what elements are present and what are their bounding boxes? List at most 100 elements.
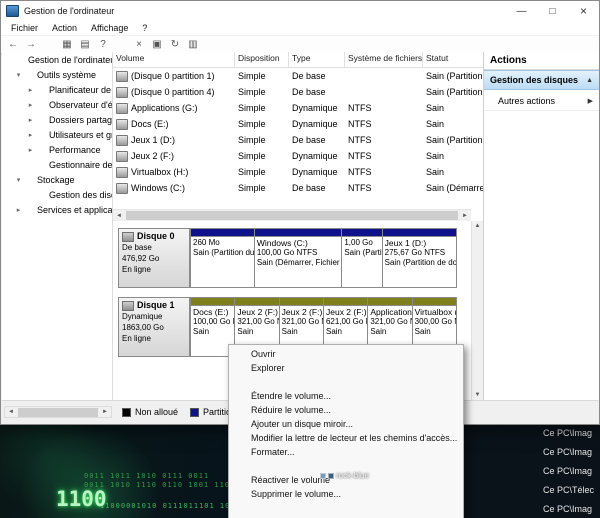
actions-section-disk-management[interactable]: Gestion des disques ▲ — [484, 70, 599, 90]
tree-item[interactable]: Gestionnaire de périphériques — [2, 157, 112, 172]
minimize-button[interactable]: — — [506, 1, 537, 21]
disk-view-icon[interactable]: ▥ — [185, 37, 201, 52]
back-icon[interactable]: ← — [5, 37, 21, 52]
tree-expander-icon[interactable]: ▸ — [26, 86, 35, 94]
tree-item[interactable]: Gestion des disques — [2, 187, 112, 202]
tree-horizontal-scrollbar[interactable]: ◄ ► — [4, 406, 112, 418]
tree-expander-icon[interactable]: ▸ — [26, 146, 35, 154]
volume-name: Jeux 2 (F:) — [131, 151, 174, 161]
disk-name: Disque 1 — [137, 300, 175, 311]
scrollbar-thumb[interactable] — [126, 211, 458, 220]
scroll-right-icon[interactable]: ► — [459, 213, 471, 219]
menu-item[interactable]: ? — [135, 23, 154, 33]
tree-item[interactable]: Gestion de l'ordinateur (local) — [2, 52, 112, 67]
volume-status: Sain (Démarrer, Fichier d'échange, Vidag… — [423, 183, 483, 193]
tree-item[interactable]: ▸ Services et applications — [2, 202, 112, 217]
graph-vertical-scrollbar[interactable]: ▲ ▼ — [471, 221, 483, 400]
forward-icon[interactable]: → — [23, 37, 39, 52]
scroll-left-icon[interactable]: ◄ — [5, 409, 17, 415]
refresh-icon[interactable]: ↻ — [167, 37, 183, 52]
segment-status: Sain — [415, 327, 454, 337]
disk-label[interactable]: Disque 0 De base 476,92 Go En ligne — [118, 228, 190, 288]
scroll-up-icon[interactable]: ▲ — [472, 223, 484, 229]
actions-more-actions[interactable]: Autres actions ▶ — [484, 92, 599, 111]
segment-info: 1,00 Go Sain (Partition de récupération) — [342, 237, 381, 259]
maximize-button[interactable]: □ — [537, 1, 568, 21]
context-menu-item[interactable]: Formater... — [229, 445, 463, 459]
background-path-text: Ce PC\Imag — [543, 443, 594, 462]
context-menu-item[interactable] — [229, 501, 463, 515]
volume-row[interactable]: (Disque 0 partition 1) Simple De base Sa… — [113, 68, 483, 84]
window-controls: — □ × — [506, 1, 599, 21]
scroll-down-icon[interactable]: ▼ — [472, 392, 484, 398]
tree-item[interactable]: ▾ Stockage — [2, 172, 112, 187]
tree-expander-icon[interactable]: ▸ — [26, 131, 35, 139]
close-button[interactable]: × — [568, 1, 599, 21]
volume-row[interactable]: Virtualbox (H:) Simple Dynamique NTFS Sa… — [113, 164, 483, 180]
volume-filesystem: NTFS — [345, 119, 423, 129]
context-menu-item[interactable]: Ouvrir — [229, 347, 463, 361]
console-tree-icon[interactable]: ▦ — [59, 37, 75, 52]
column-header[interactable]: Statut — [423, 52, 483, 67]
column-header[interactable]: Disposition — [235, 52, 289, 67]
collapse-icon[interactable]: ▲ — [586, 77, 593, 84]
tree-expander-icon[interactable]: ▸ — [26, 101, 35, 109]
volume-status: Sain (Partition du système EFI) — [423, 71, 483, 81]
tree-item[interactable]: ▸ Planificateur de tâches — [2, 82, 112, 97]
column-header[interactable]: Type — [289, 52, 345, 67]
tree-item[interactable]: ▸ Utilisateurs et groupes locaux — [2, 127, 112, 142]
tree-item[interactable]: ▸ Dossiers partagés — [2, 112, 112, 127]
context-menu-item[interactable]: Explorer — [229, 361, 463, 375]
ic-event — [35, 100, 46, 109]
context-menu-item[interactable]: Modifier la lettre de lecteur et les che… — [229, 431, 463, 445]
app-icon — [6, 5, 19, 17]
legend-item: Non alloué — [122, 407, 178, 417]
context-menu-item[interactable]: Réduire le volume... — [229, 403, 463, 417]
table-horizontal-scrollbar[interactable]: ◄ ► — [113, 209, 471, 221]
tree-item[interactable]: ▸ Performance — [2, 142, 112, 157]
context-menu-item[interactable]: Supprimer le volume... — [229, 487, 463, 501]
tree-item[interactable]: ▾ Outils système — [2, 67, 112, 82]
menu-item[interactable]: Fichier — [4, 23, 45, 33]
segment-status: Sain (Démarrer, Fichier d'échange, Vidag… — [257, 258, 339, 268]
volume-icon — [116, 103, 128, 114]
segment-info: Docs (E:) 100,00 Go NTFS Sain — [191, 306, 234, 338]
tree-item[interactable]: ▸ Observateur d'événements — [2, 97, 112, 112]
volume-row[interactable]: Jeux 2 (F:) Simple Dynamique NTFS Sain — [113, 148, 483, 164]
scrollbar-thumb[interactable] — [18, 408, 98, 417]
volume-segment[interactable]: 260 Mo Sain (Partition du système EFI) — [190, 228, 255, 288]
volume-segment[interactable]: Windows (C:) 100,00 Go NTFS Sain (Démarr… — [255, 228, 342, 288]
help-icon[interactable]: ? — [95, 37, 111, 52]
volume-row[interactable]: Windows (C:) Simple De base NTFS Sain (D… — [113, 180, 483, 196]
scroll-right-icon[interactable]: ► — [99, 409, 111, 415]
scroll-left-icon[interactable]: ◄ — [113, 213, 125, 219]
volume-row[interactable]: Applications (G:) Simple Dynamique NTFS … — [113, 100, 483, 116]
tree-expander-icon[interactable]: ▸ — [26, 116, 35, 124]
menu-item[interactable]: Action — [45, 23, 84, 33]
tree-expander-icon[interactable]: ▸ — [14, 206, 23, 214]
tree-item-label: Observateur d'événements — [49, 100, 112, 110]
context-menu-item[interactable]: Étendre le volume... — [229, 389, 463, 403]
volume-segment[interactable]: Jeux 1 (D:) 275,67 Go NTFS Sain (Partiti… — [383, 228, 457, 288]
tree-item-label: Services et applications — [37, 205, 112, 215]
segment-color-bar — [324, 298, 367, 306]
context-menu-item[interactable] — [229, 375, 463, 389]
tree-item-label: Gestion de l'ordinateur (local) — [28, 55, 112, 65]
segment-info: Jeux 2 (F:) 321,00 Go NTFS Sain — [235, 306, 278, 338]
export-list-icon[interactable]: ▤ — [77, 37, 93, 52]
properties-icon[interactable]: ▣ — [149, 37, 165, 52]
volume-segment[interactable]: 1,00 Go Sain (Partition de récupération) — [342, 228, 382, 288]
menu-item[interactable]: Affichage — [84, 23, 135, 33]
column-header[interactable]: Volume — [113, 52, 235, 67]
volume-row[interactable]: (Disque 0 partition 4) Simple De base Sa… — [113, 84, 483, 100]
disk-label[interactable]: Disque 1 Dynamique 1863,00 Go En ligne — [118, 297, 190, 357]
column-header[interactable]: Système de fichiers — [345, 52, 423, 67]
delete-volume-icon[interactable]: × — [131, 37, 147, 52]
volume-type: Dynamique — [289, 119, 345, 129]
context-menu-item[interactable]: Ajouter un disque miroir... — [229, 417, 463, 431]
volume-row[interactable]: Docs (E:) Simple Dynamique NTFS Sain — [113, 116, 483, 132]
tree-expander-icon[interactable]: ▾ — [14, 71, 23, 79]
segment-color-bar — [280, 298, 323, 306]
volume-row[interactable]: Jeux 1 (D:) Simple De base NTFS Sain (Pa… — [113, 132, 483, 148]
tree-expander-icon[interactable]: ▾ — [14, 176, 23, 184]
